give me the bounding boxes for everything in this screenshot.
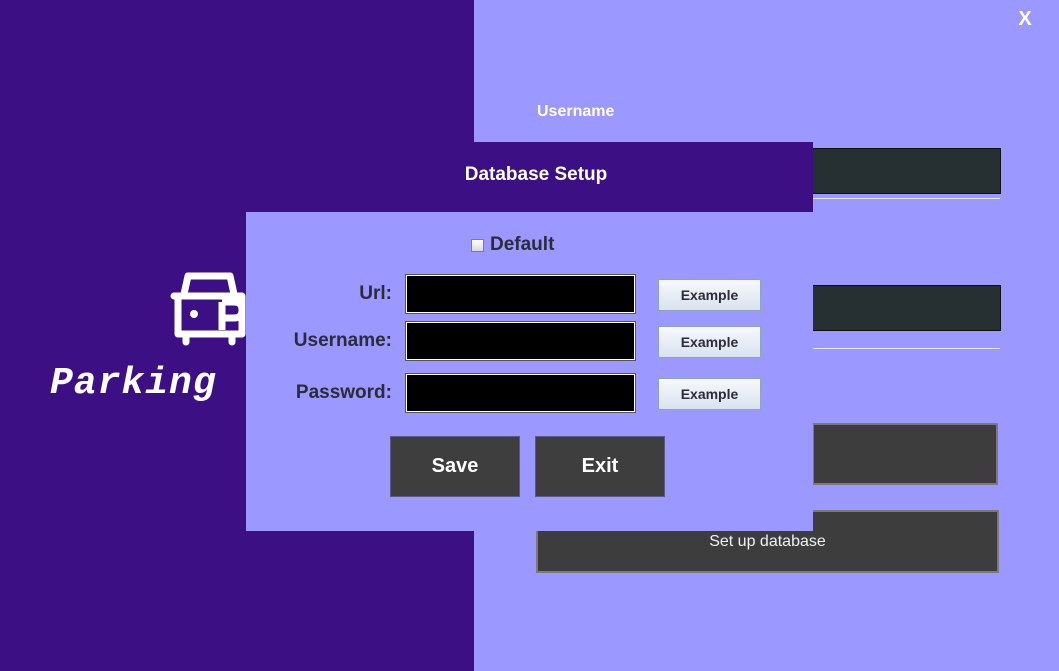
password-input[interactable] (405, 373, 636, 413)
login-username-label: Username (537, 103, 615, 120)
app-name: Parking (50, 362, 217, 405)
default-label: Default (490, 234, 555, 255)
username-example-button[interactable]: Example (658, 326, 761, 358)
save-button[interactable]: Save (390, 436, 520, 497)
login-button[interactable] (812, 423, 998, 485)
setup-database-label: Set up database (709, 532, 826, 550)
login-password-underline (812, 348, 1000, 349)
url-input[interactable] (405, 274, 636, 314)
database-setup-dialog (246, 212, 813, 531)
default-checkbox[interactable] (471, 238, 484, 252)
url-label: Url: (359, 283, 392, 304)
url-example-button[interactable]: Example (658, 279, 761, 311)
password-example-button[interactable]: Example (658, 378, 761, 410)
login-username-input[interactable] (812, 148, 1001, 194)
login-username-underline (812, 198, 1000, 199)
exit-button[interactable]: Exit (535, 436, 665, 497)
password-label: Password: (295, 382, 392, 403)
username-label: Username: (293, 330, 392, 351)
dialog-titlebar[interactable]: Database Setup (246, 142, 813, 212)
username-input[interactable] (405, 321, 636, 361)
parking-car-icon (170, 272, 246, 346)
default-checkbox-row[interactable]: Default (471, 234, 554, 256)
login-password-input[interactable] (812, 285, 1001, 331)
dialog-title: Database Setup (464, 164, 608, 185)
close-button[interactable]: X (1013, 6, 1037, 32)
